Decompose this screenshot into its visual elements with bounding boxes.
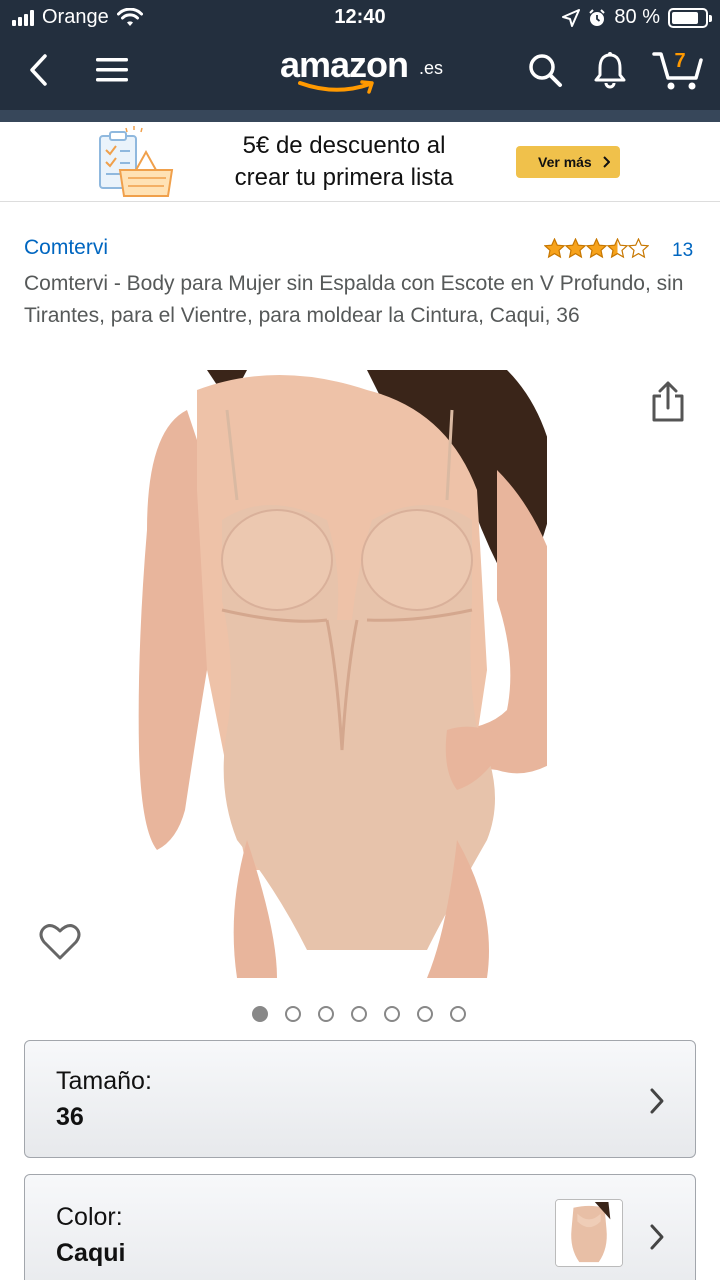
color-label: Color:: [56, 1203, 123, 1231]
pagination-dot[interactable]: [318, 1006, 334, 1022]
product-image[interactable]: [127, 370, 547, 978]
location-arrow-icon: [562, 8, 581, 27]
pagination-dot[interactable]: [417, 1006, 433, 1022]
image-pagination[interactable]: [252, 1006, 466, 1022]
shopping-list-basket-illustration: [99, 126, 174, 197]
nav-bar: amazon .es 7: [0, 40, 720, 100]
product-title: Comtervi - Body para Mujer sin Espalda c…: [24, 272, 684, 327]
app-header: Orange 12:40 80 % amazon .es 7: [0, 0, 720, 110]
header-divider: [0, 110, 720, 122]
search-button[interactable]: [523, 48, 567, 92]
chevron-left-icon: [30, 54, 47, 86]
brand-link[interactable]: Comtervi: [24, 236, 108, 260]
heart-icon[interactable]: [38, 920, 82, 964]
promo-line-1: 5€ de descuento al: [242, 132, 446, 159]
menu-button[interactable]: [90, 48, 134, 92]
color-swatch-thumbnail[interactable]: [555, 1199, 623, 1267]
star-icon: [607, 238, 628, 259]
battery-percentage: 80 %: [614, 6, 660, 28]
status-right: 80 %: [562, 6, 712, 29]
pagination-dot[interactable]: [285, 1006, 301, 1022]
cart-button[interactable]: 7: [652, 48, 704, 92]
logo-domain: .es: [419, 58, 444, 78]
cart-count-badge: 7: [674, 50, 686, 72]
ver-mas-button[interactable]: Ver más: [516, 146, 620, 178]
color-selector[interactable]: Color: Caqui: [24, 1174, 696, 1280]
star-icon: [565, 238, 586, 259]
amazon-logo[interactable]: amazon .es: [280, 44, 450, 96]
promo-line-2: crear tu primera lista: [234, 164, 454, 191]
alarm-icon: [589, 8, 606, 26]
star-icon: [586, 238, 607, 259]
pagination-dot[interactable]: [351, 1006, 367, 1022]
hamburger-icon: [96, 58, 128, 82]
pagination-dot[interactable]: [384, 1006, 400, 1022]
rating-count[interactable]: 13: [672, 240, 693, 262]
size-value: 36: [56, 1103, 84, 1131]
pagination-dot[interactable]: [252, 1006, 268, 1022]
star-icon: [544, 238, 565, 259]
back-button[interactable]: [16, 48, 60, 92]
smile-arrow-icon: [298, 80, 374, 94]
size-selector[interactable]: Tamaño: 36: [24, 1040, 696, 1158]
bell-icon: [594, 52, 626, 89]
battery-icon: [668, 7, 712, 28]
share-icon[interactable]: [648, 380, 688, 424]
pagination-dot[interactable]: [450, 1006, 466, 1022]
chevron-right-icon: [650, 1088, 664, 1114]
size-label: Tamaño:: [56, 1067, 152, 1095]
star-icon: [628, 238, 649, 259]
promo-text: 5€ de descuento al crear tu primera list…: [206, 130, 482, 194]
search-icon: [529, 54, 562, 87]
chevron-right-icon: [603, 156, 610, 168]
notifications-button[interactable]: [588, 48, 632, 92]
promo-banner[interactable]: 5€ de descuento al crear tu primera list…: [0, 122, 720, 202]
ver-mas-label: Ver más: [538, 154, 592, 170]
status-bar: Orange 12:40 80 %: [0, 0, 720, 36]
star-rating[interactable]: [544, 238, 649, 259]
chevron-right-icon: [650, 1224, 664, 1250]
color-value: Caqui: [56, 1239, 126, 1267]
